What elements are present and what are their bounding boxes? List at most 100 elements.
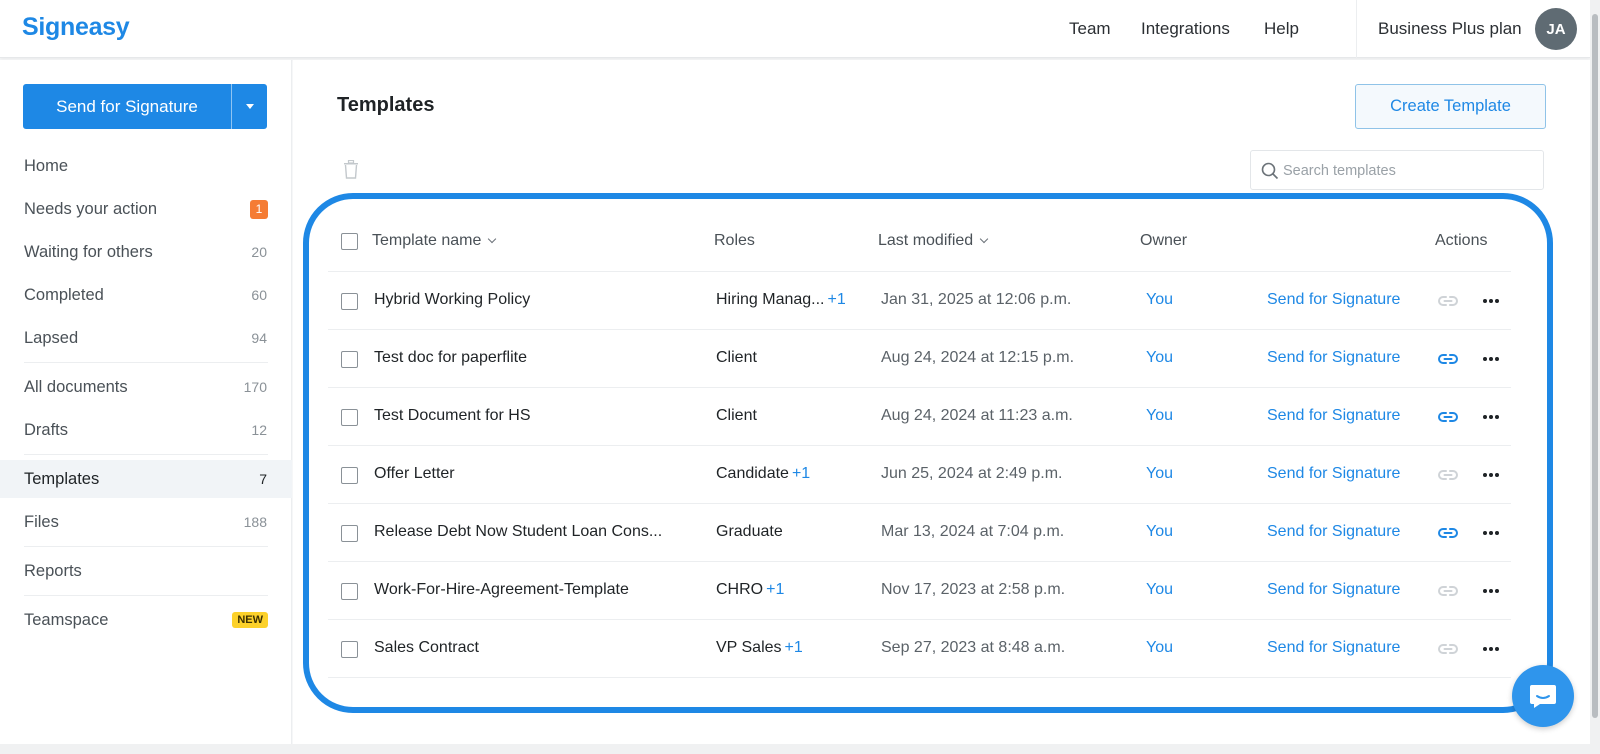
- chevron-down-icon[interactable]: [232, 84, 267, 129]
- more-options-icon[interactable]: [1483, 473, 1499, 477]
- nav-integrations[interactable]: Integrations: [1141, 19, 1230, 39]
- sidebar-item-lapsed[interactable]: Lapsed 94: [0, 319, 292, 357]
- chat-button[interactable]: [1512, 665, 1574, 727]
- search-icon: [1261, 162, 1279, 180]
- last-modified: Aug 24, 2024 at 12:15 p.m.: [881, 349, 1075, 366]
- avatar[interactable]: JA: [1535, 8, 1577, 50]
- sidebar-item-needs-your-action[interactable]: Needs your action 1: [0, 190, 292, 228]
- scrollbar-thumb[interactable]: [1592, 14, 1598, 718]
- search-box: [1250, 150, 1544, 190]
- select-all-checkbox[interactable]: [341, 233, 358, 250]
- sidebar-item-label: Waiting for others: [24, 242, 153, 261]
- link-icon[interactable]: [1438, 410, 1458, 428]
- signeasy-logo[interactable]: Signeasy: [22, 13, 130, 42]
- last-modified: Sep 27, 2023 at 8:48 a.m.: [881, 639, 1066, 656]
- column-header-label: Last modified: [878, 232, 974, 249]
- sidebar-item-all-documents[interactable]: All documents 170: [0, 368, 292, 406]
- template-name[interactable]: Hybrid Working Policy: [374, 291, 530, 309]
- template-name[interactable]: Test doc for paperflite: [374, 349, 527, 367]
- sidebar-item-home[interactable]: Home: [0, 147, 292, 185]
- role-extra-count[interactable]: +1: [785, 639, 803, 656]
- horizontal-scrollbar[interactable]: [0, 744, 1590, 754]
- vertical-scrollbar[interactable]: [1590, 0, 1600, 754]
- table-row[interactable]: Sales Contract VP Sales +1 Sep 27, 2023 at …: [328, 620, 1511, 678]
- template-name[interactable]: Work-For-Hire-Agreement-Template: [374, 581, 629, 599]
- account-area[interactable]: Business Plus plan JA: [1356, 0, 1590, 58]
- chevron-down-icon: [488, 234, 497, 244]
- sidebar-item-label: Home: [24, 156, 69, 175]
- role-extra-count[interactable]: +1: [792, 465, 810, 482]
- row-checkbox[interactable]: [341, 351, 358, 368]
- template-roles: Graduate: [716, 523, 786, 541]
- row-checkbox[interactable]: [341, 525, 358, 542]
- more-options-icon[interactable]: [1483, 589, 1499, 593]
- plan-label: Business Plus plan: [1378, 19, 1522, 38]
- table-row[interactable]: Test Document for HS Client Aug 24, 2024 a…: [328, 388, 1511, 446]
- more-options-icon[interactable]: [1483, 647, 1499, 651]
- sidebar-item-label: Completed: [24, 285, 104, 304]
- role-extra-count[interactable]: +1: [828, 291, 846, 308]
- table-row[interactable]: Test doc for paperflite Client Aug 24, 202…: [328, 330, 1511, 388]
- owner: You: [1146, 523, 1173, 540]
- template-name[interactable]: Release Debt Now Student Loan Cons...: [374, 523, 662, 541]
- column-header-last-modified[interactable]: Last modified: [878, 232, 989, 250]
- sidebar-item-drafts[interactable]: Drafts 12: [0, 411, 292, 449]
- role-extra-count[interactable]: +1: [766, 581, 784, 598]
- send-for-signature-link[interactable]: Send for Signature: [1267, 349, 1400, 367]
- row-checkbox[interactable]: [341, 583, 358, 600]
- send-for-signature-link[interactable]: Send for Signature: [1267, 581, 1400, 599]
- send-for-signature-link[interactable]: Send for Signature: [1267, 407, 1400, 425]
- more-options-icon[interactable]: [1483, 531, 1499, 535]
- table-row[interactable]: Offer Letter Candidate +1 Jun 25, 2024 at 2…: [328, 446, 1511, 504]
- send-for-signature-link[interactable]: Send for Signature: [1267, 465, 1400, 483]
- link-icon[interactable]: [1438, 294, 1458, 312]
- more-options-icon[interactable]: [1483, 415, 1499, 419]
- nav-help[interactable]: Help: [1264, 19, 1299, 39]
- table-row[interactable]: Release Debt Now Student Loan Cons... Gra…: [328, 504, 1511, 562]
- send-for-signature-button[interactable]: Send for Signature: [23, 84, 232, 129]
- send-for-signature-link[interactable]: Send for Signature: [1267, 291, 1400, 309]
- role-name: VP Sales: [716, 639, 782, 656]
- send-for-signature-link[interactable]: Send for Signature: [1267, 639, 1400, 657]
- row-checkbox[interactable]: [341, 467, 358, 484]
- link-icon[interactable]: [1438, 584, 1458, 602]
- row-checkbox[interactable]: [341, 641, 358, 658]
- more-options-icon[interactable]: [1483, 299, 1499, 303]
- table-row[interactable]: Hybrid Working Policy Hiring Manag... +1 Ja…: [328, 272, 1511, 330]
- sidebar-item-count: 60: [251, 287, 267, 303]
- last-modified: Jun 25, 2024 at 2:49 p.m.: [881, 465, 1063, 482]
- sidebar-item-reports[interactable]: Reports: [0, 552, 292, 590]
- template-name[interactable]: Test Document for HS: [374, 407, 531, 425]
- sidebar-item-count: 188: [243, 514, 267, 530]
- more-options-icon[interactable]: [1483, 357, 1499, 361]
- sidebar-item-waiting-for-others[interactable]: Waiting for others 20: [0, 233, 292, 271]
- trash-icon[interactable]: [343, 159, 359, 184]
- owner: You: [1146, 291, 1173, 308]
- table-row[interactable]: Work-For-Hire-Agreement-Template CHRO +1 No…: [328, 562, 1511, 620]
- template-name[interactable]: Sales Contract: [374, 639, 479, 657]
- row-checkbox[interactable]: [341, 293, 358, 310]
- sidebar-item-teamspace[interactable]: Teamspace NEW: [0, 601, 292, 639]
- sidebar-item-templates[interactable]: Templates 7: [0, 460, 292, 498]
- sidebar-item-files[interactable]: Files 188: [0, 503, 292, 541]
- nav-team[interactable]: Team: [1069, 19, 1111, 39]
- chat-icon: [1530, 685, 1556, 708]
- template-roles: CHRO +1: [716, 581, 784, 599]
- row-checkbox[interactable]: [341, 409, 358, 426]
- template-name[interactable]: Offer Letter: [374, 465, 455, 483]
- sidebar: Send for Signature Home Needs your actio…: [0, 60, 292, 744]
- link-icon[interactable]: [1438, 468, 1458, 486]
- column-header-template-name[interactable]: Template name: [372, 232, 497, 250]
- send-for-signature-link[interactable]: Send for Signature: [1267, 523, 1400, 541]
- create-template-button[interactable]: Create Template: [1355, 84, 1546, 129]
- link-icon[interactable]: [1438, 642, 1458, 660]
- link-icon[interactable]: [1438, 526, 1458, 544]
- search-input[interactable]: [1283, 161, 1533, 181]
- sidebar-item-count: 170: [243, 379, 267, 395]
- sidebar-item-completed[interactable]: Completed 60: [0, 276, 292, 314]
- owner: You: [1146, 349, 1173, 366]
- role-name: Client: [716, 407, 757, 424]
- template-roles: Client: [716, 407, 760, 425]
- last-modified: Mar 13, 2024 at 7:04 p.m.: [881, 523, 1065, 540]
- link-icon[interactable]: [1438, 352, 1458, 370]
